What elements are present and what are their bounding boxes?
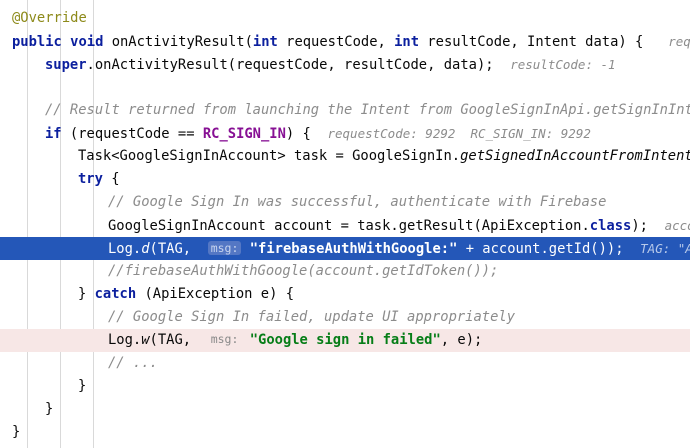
code-line[interactable]: // Google Sign In failed, update UI appr… <box>0 306 690 329</box>
keyword: int <box>252 34 278 50</box>
breakpoint-line[interactable]: Log.w(TAG, msg: "Google sign in failed",… <box>0 329 690 352</box>
keyword: int <box>394 34 420 50</box>
debug-inline-value: account: null <box>664 218 690 233</box>
string-literal: "firebaseAuthWithGoogle:" <box>249 241 458 257</box>
param-hint-msg: msg: <box>210 332 239 346</box>
method-signature: onActivityResult( <box>111 34 253 50</box>
debug-inline-value: requestCode: 9292 RC_SIGN_IN: 9292 <box>327 126 591 141</box>
constant-rc-sign-in: RC_SIGN_IN <box>202 126 286 142</box>
keyword: if <box>45 126 62 142</box>
debug-inline-value: requestCode: 9292 <box>668 34 690 49</box>
keyword: public void <box>12 34 104 50</box>
current-execution-line[interactable]: Log.d(TAG, msg: "firebaseAuthWithGoogle:… <box>0 237 690 260</box>
keyword: catch <box>94 286 137 302</box>
debug-inline-value: resultCode: -1 <box>510 57 616 72</box>
code-line[interactable]: // ... <box>0 352 690 375</box>
code-line-empty[interactable] <box>0 76 690 99</box>
param-hint-msg: msg: <box>207 241 242 255</box>
code-line[interactable]: //firebaseAuthWithGoogle(account.getIdTo… <box>0 260 690 283</box>
keyword: super <box>45 57 87 73</box>
annotation-override: @Override <box>12 10 87 26</box>
code-line[interactable]: @Override <box>0 7 690 30</box>
code-line[interactable]: super.onActivityResult(requestCode, resu… <box>0 53 690 76</box>
code-line[interactable]: } <box>0 398 690 421</box>
code-line[interactable]: GoogleSignInAccount account = task.getRe… <box>0 214 690 237</box>
code-comment: // ... <box>108 355 158 371</box>
string-literal: "Google sign in failed" <box>249 332 441 348</box>
code-comment: //firebaseAuthWithGoogle(account.getIdTo… <box>108 263 499 279</box>
code-line[interactable]: } <box>0 375 690 398</box>
code-editor[interactable]: @Override public void onActivityResult(i… <box>0 0 690 448</box>
code-comment: // Google Sign In failed, update UI appr… <box>108 309 516 325</box>
keyword: try <box>78 171 103 187</box>
code-line[interactable]: Task<GoogleSignInAccount> task = GoogleS… <box>0 145 690 168</box>
code-line[interactable]: try { <box>0 168 690 191</box>
code-line[interactable]: } <box>0 421 690 444</box>
code-line[interactable]: } catch (ApiException e) { <box>0 283 690 306</box>
debug-inline-value: TAG: "AGMSLog" <box>640 241 690 256</box>
code-line[interactable]: // Result returned from launching the In… <box>0 99 690 122</box>
code-line[interactable]: if (requestCode == RC_SIGN_IN) { request… <box>0 122 690 145</box>
code-line[interactable]: public void onActivityResult(int request… <box>0 30 690 53</box>
code-comment: // Google Sign In was successful, authen… <box>108 194 607 210</box>
code-line[interactable]: // Google Sign In was successful, authen… <box>0 191 690 214</box>
code-comment: // Result returned from launching the In… <box>45 102 690 118</box>
